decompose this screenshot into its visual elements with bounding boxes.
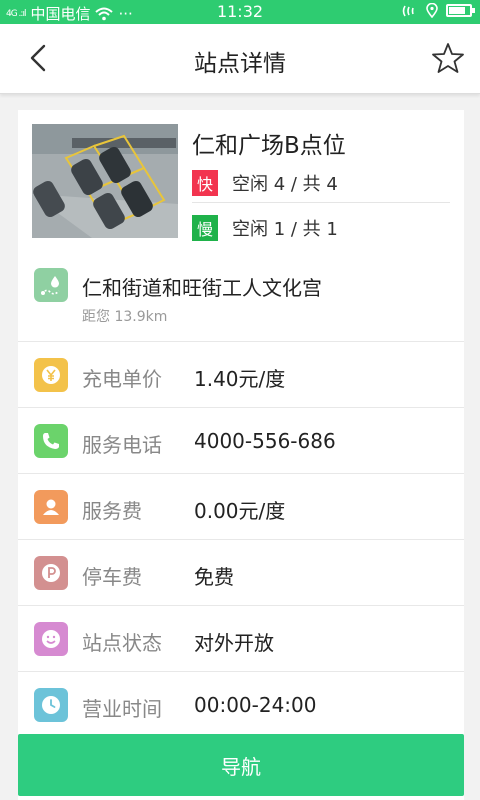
distance-label: 距您 13.9km (82, 309, 168, 325)
station-name: 仁和广场B点位 (192, 133, 346, 159)
phone-value[interactable]: 4000-556-686 (194, 429, 336, 453)
map-pin-icon (34, 268, 68, 302)
slow-availability: 空闲 1 / 共 1 (232, 219, 338, 240)
smile-icon (34, 622, 68, 656)
info-row-service-fee: 服务费 0.00元/度 (18, 473, 464, 539)
parking-fee-value: 免费 (194, 565, 234, 589)
fast-charger-row: 快 空闲 4 / 共 4 (192, 163, 450, 203)
unit-price-value: 1.40元/度 (194, 367, 286, 391)
fast-availability: 空闲 4 / 共 4 (232, 173, 338, 195)
phone-icon (34, 424, 68, 458)
fast-badge: 快 (192, 169, 218, 196)
header-bar: 站点详情 (0, 24, 480, 94)
info-row-phone[interactable]: 服务电话 4000-556-686 (18, 407, 464, 473)
star-outline-icon (432, 43, 464, 73)
info-row-unit-price: 充电单价 1.40元/度 (18, 341, 464, 407)
info-row-business-hours: 营业时间 00:00-24:00 (18, 671, 464, 737)
clock-icon (34, 688, 68, 722)
business-hours-value: 00:00-24:00 (194, 693, 317, 717)
parking-fee-label: 停车费 (82, 565, 142, 589)
battery-icon (446, 4, 475, 17)
nfc-icon (402, 5, 414, 16)
phone-label: 服务电话 (82, 433, 162, 457)
station-photo (32, 124, 178, 238)
favorite-button[interactable] (430, 40, 466, 76)
person-icon (34, 490, 68, 524)
station-card: 仁和广场B点位 快 空闲 4 / 共 4 慢 空闲 1 / 共 1 仁和街道和旺… (18, 110, 464, 800)
yen-icon (34, 358, 68, 392)
info-row-parking-fee: 停车费 免费 (18, 539, 464, 605)
business-hours-label: 营业时间 (82, 697, 162, 721)
info-row-station-status: 站点状态 对外开放 (18, 605, 464, 671)
unit-price-label: 充电单价 (82, 367, 162, 391)
page-title: 站点详情 (194, 51, 286, 77)
slow-charger-row: 慢 空闲 1 / 共 1 (192, 208, 450, 248)
slow-badge: 慢 (192, 215, 218, 241)
station-status-label: 站点状态 (82, 631, 162, 655)
parking-icon (34, 556, 68, 590)
station-address[interactable]: 仁和街道和旺街工人文化宫 (82, 272, 322, 301)
station-status-value: 对外开放 (194, 631, 274, 655)
service-fee-label: 服务费 (82, 499, 142, 523)
status-bar: 4G .:ıl 中国电信 ··· 11:32 (0, 0, 480, 24)
navigate-button[interactable]: 导航 (18, 734, 464, 796)
service-fee-value: 0.00元/度 (194, 499, 286, 523)
location-icon (426, 3, 438, 18)
